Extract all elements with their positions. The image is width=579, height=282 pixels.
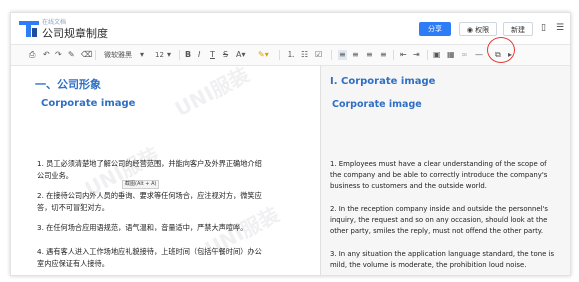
toolbar-divider — [427, 50, 428, 60]
paragraph-line: the company and be able to correctly int… — [330, 171, 548, 179]
paragraph-line: business to customers and the outside wo… — [330, 182, 487, 190]
heading-1: I. Corporate image — [330, 76, 436, 87]
paragraph-line: 3. 在任何场合应用语规范，语气温和，音量适中，严禁大声喧哗。 — [37, 223, 248, 232]
undo-icon[interactable]: ↶ — [43, 50, 50, 60]
toolbar-divider — [393, 50, 394, 60]
paragraph-line: 室内应保证有人接待。 — [37, 259, 109, 268]
toolbar-divider — [179, 50, 180, 60]
table-icon[interactable]: ▦ — [447, 50, 455, 60]
strikethrough-icon[interactable]: S — [223, 50, 228, 60]
paragraph-line: 公司业务。 — [37, 171, 73, 180]
heading-1: 一、公司形象 — [35, 78, 101, 91]
ordered-list-icon[interactable]: ⒈ — [287, 50, 295, 60]
mobile-icon[interactable]: ▯ — [541, 23, 546, 33]
link-icon[interactable]: ∞ — [461, 50, 468, 60]
redo-icon[interactable]: ↷ — [55, 50, 62, 60]
paragraph: 1. Employees must have a clear understan… — [330, 159, 570, 192]
paragraph-line: mild, the volume is moderate, the prohib… — [330, 261, 527, 269]
indent-increase-icon[interactable]: ⇥ — [413, 50, 420, 60]
toolbar-divider — [95, 50, 96, 60]
font-color-icon[interactable]: A▾ — [236, 50, 246, 60]
unordered-list-icon[interactable]: ☷ — [301, 50, 308, 60]
horizontal-rule-icon[interactable]: — — [475, 50, 483, 60]
translation-document-pane[interactable]: I. Corporate image Corporate image 1. Em… — [320, 66, 570, 275]
heading-2: Corporate image — [41, 98, 136, 109]
paragraph-line: other party, smiles the reply, must not … — [330, 227, 544, 235]
paragraph-line: 2. 在接待公司内外人员的垂询、要求等任何场合，应注视对方，微笑应 — [37, 191, 262, 200]
paragraph-line: inquiry, the request and so on any occas… — [330, 216, 548, 224]
indent-decrease-icon[interactable]: ⇤ — [400, 50, 407, 60]
share-button[interactable]: 分享 — [419, 22, 451, 36]
underline-icon[interactable]: T — [210, 50, 215, 60]
editor-window: 在线文档 公司规章制度 分享 ◉ 权限 新建 ▯ ☰ ⎙ ↶ ↷ ✎ ⌫ 微软雅… — [10, 12, 571, 276]
paragraph: 3. 在任何场合应用语规范，语气温和，音量适中，严禁大声喧哗。 — [37, 222, 283, 234]
font-family-select[interactable]: 微软雅黑 — [104, 50, 132, 60]
paragraph-line: 答，切不可冒犯对方。 — [37, 203, 109, 212]
align-center-icon[interactable]: ≡ — [352, 50, 359, 60]
permission-button[interactable]: ◉ 权限 — [459, 22, 497, 36]
format-painter-icon[interactable]: ✎ — [68, 50, 75, 60]
paragraph-line: 3. In any situation the application lang… — [330, 250, 555, 258]
paragraph: 1. 员工必须清楚地了解公司的经营范围，并能向客户及外界正确地介绍 公司业务。 — [37, 158, 283, 182]
paragraph: 2. 在接待公司内外人员的垂询、要求等任何场合，应注视对方，微笑应 答，切不可冒… — [37, 190, 283, 214]
header: 在线文档 公司规章制度 分享 ◉ 权限 新建 ▯ ☰ — [11, 13, 570, 45]
permission-label: 权限 — [475, 26, 490, 34]
highlight-circle-annotation — [487, 37, 515, 63]
font-size-select[interactable]: 12 — [155, 50, 164, 60]
new-button[interactable]: 新建 — [503, 22, 533, 36]
paragraph-line: 1. Employees must have a clear understan… — [330, 160, 547, 168]
eye-icon: ◉ — [466, 26, 473, 34]
highlight-icon[interactable]: ✎▾ — [258, 50, 269, 60]
paragraph: 3. In any situation the application lang… — [330, 249, 570, 271]
app-logo-icon — [19, 21, 39, 37]
menu-icon[interactable]: ☰ — [556, 23, 564, 33]
bold-icon[interactable]: B — [185, 50, 191, 60]
paragraph: 4. 遇有客人进入工作场地应礼貌接待，上班时间（包括午餐时间）办公 室内应保证有… — [37, 246, 283, 270]
chevron-down-icon[interactable]: ▾ — [140, 50, 144, 60]
italic-icon[interactable]: I — [198, 50, 200, 60]
print-icon[interactable]: ⎙ — [29, 50, 35, 60]
checklist-icon[interactable]: ☑ — [315, 50, 322, 60]
screenshot-tooltip: 截图(Alt + A) — [122, 180, 160, 189]
chevron-down-icon[interactable]: ▾ — [167, 50, 171, 60]
toolbar-divider — [279, 50, 280, 60]
paragraph-line: 4. 遇有客人进入工作场地应礼貌接待，上班时间（包括午餐时间）办公 — [37, 247, 262, 256]
source-document-pane[interactable]: UNI服装 UNI服装 UNI服装 一、公司形象 Corporate image… — [11, 66, 319, 275]
watermark: UNI服装 — [170, 66, 254, 122]
image-icon[interactable]: ▣ — [433, 50, 441, 60]
align-left-icon[interactable]: ≡ — [338, 50, 347, 60]
clear-format-icon[interactable]: ⌫ — [81, 50, 92, 60]
paragraph: 2. In the reception company inside and o… — [330, 204, 570, 237]
align-justify-icon[interactable]: ≡ — [380, 50, 387, 60]
paragraph-line: 2. In the reception company inside and o… — [330, 205, 548, 213]
align-right-icon[interactable]: ≡ — [366, 50, 373, 60]
document-title[interactable]: 公司规章制度 — [42, 25, 108, 41]
toolbar-divider — [331, 50, 332, 60]
paragraph-line: 1. 员工必须清楚地了解公司的经营范围，并能向客户及外界正确地介绍 — [37, 159, 262, 168]
heading-2: Corporate image — [332, 99, 422, 110]
